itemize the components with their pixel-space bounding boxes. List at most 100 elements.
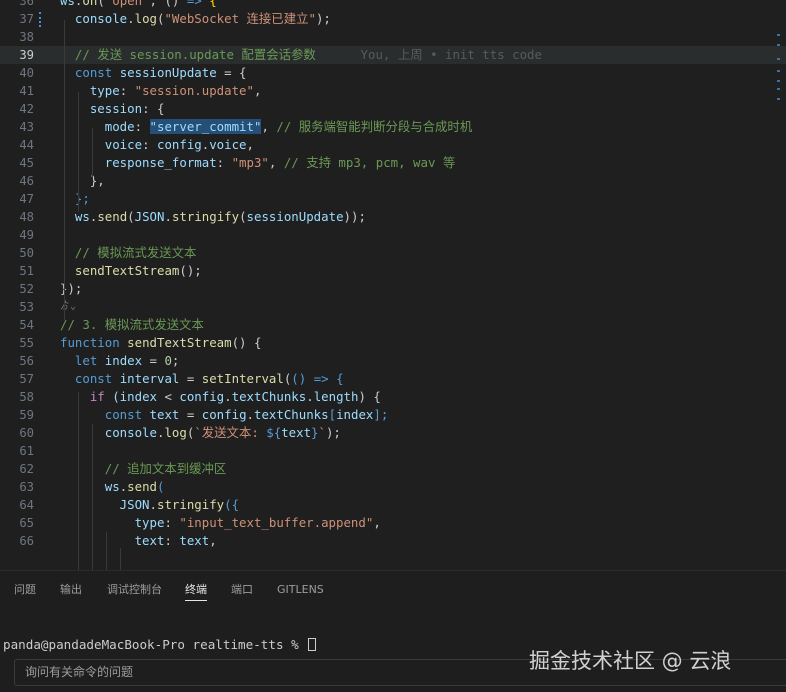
tab-output[interactable]: 输出 [60, 583, 82, 601]
code-token: . [127, 11, 135, 26]
code-line[interactable]: 50 // 模拟流式发送文本 [0, 244, 786, 262]
code-line[interactable]: 61 [0, 442, 786, 460]
code-token: . [224, 389, 232, 404]
code-line[interactable]: 59 const text = config.textChunks[index]… [0, 406, 786, 424]
git-blame-annotation: You, 上周 • init tts code [315, 47, 542, 62]
tab-ports[interactable]: 端口 [231, 583, 253, 601]
code-line[interactable]: 57 const interval = setInterval(() => { [0, 370, 786, 388]
code-token: ( [157, 479, 165, 494]
code-token: textChunks [254, 407, 329, 422]
code-line[interactable]: 37 console.log("WebSocket 连接已建立"); [0, 10, 786, 28]
code-token: JSON [60, 497, 150, 512]
code-token: // 支持 mp3, pcm, wav 等 [283, 155, 456, 170]
tab-gitlens[interactable]: GITLENS [277, 583, 324, 601]
code-token: (); [179, 263, 202, 278]
code-line[interactable]: 47 }; [0, 190, 786, 208]
code-line[interactable]: 53 ゟ⌄ [0, 298, 786, 316]
code-line[interactable]: 43 mode: "server_commit", // 服务端智能判断分段与合… [0, 118, 786, 136]
tab-terminal[interactable]: 终端 [185, 583, 207, 601]
code-token: : [164, 533, 180, 548]
code-token: ${ [266, 425, 282, 440]
code-line[interactable]: 40 const sessionUpdate = { [0, 64, 786, 82]
code-line[interactable]: 58 if (index < config.textChunks.length)… [0, 388, 786, 406]
code-token: [ [328, 407, 337, 422]
code-token: voice [60, 137, 143, 152]
code-text: ws.send( [60, 478, 165, 496]
code-token: ( [127, 209, 135, 224]
code-line[interactable]: 38 [0, 28, 786, 46]
minimap-marker [777, 98, 780, 100]
code-token: text [60, 533, 165, 548]
code-text: session: { [60, 100, 165, 118]
code-line[interactable]: 49 [0, 226, 786, 244]
code-token: , [246, 137, 254, 152]
code-token: : [142, 137, 157, 152]
git-change-indicator[interactable] [39, 12, 41, 27]
code-line[interactable]: 65 type: "input_text_buffer.append", [0, 514, 786, 532]
code-token: , [209, 533, 217, 548]
code-line[interactable]: 36 ws.on("open", () => { [0, 0, 786, 10]
minimap-marker [777, 70, 780, 72]
code-line[interactable]: 64 JSON.stringify({ [0, 496, 786, 514]
code-token: if [89, 389, 105, 404]
code-token: ; [171, 353, 180, 368]
code-text: // 3. 模拟流式发送文本 [60, 316, 204, 334]
code-line[interactable]: 54 // 3. 模拟流式发送文本 [0, 316, 786, 334]
code-token: = [186, 407, 202, 422]
code-token: // 模拟流式发送文本 [60, 245, 197, 260]
code-text: JSON.stringify({ [60, 496, 239, 514]
code-line[interactable]: 51 sendTextStream(); [0, 262, 786, 280]
code-token: type [60, 83, 120, 98]
code-token: JSON [134, 209, 165, 224]
line-number: 46 [19, 174, 34, 188]
code-line[interactable]: 63 ws.send( [0, 478, 786, 496]
code-token: log [164, 425, 187, 440]
code-token: 0 [164, 353, 172, 368]
code-line[interactable]: 60 console.log(`发送文本: ${text}`); [0, 424, 786, 442]
code-token: "mp3" [231, 155, 269, 170]
code-text: const sessionUpdate = { [60, 64, 247, 82]
line-number: 55 [19, 336, 34, 350]
line-number: 44 [19, 138, 34, 152]
code-token: : [216, 155, 232, 170]
code-token: config [156, 137, 202, 152]
code-line[interactable]: 52}); [0, 280, 786, 298]
code-line[interactable]: 42 session: { [0, 100, 786, 118]
code-line[interactable]: 66 text: text, [0, 532, 786, 550]
code-token: // 服务端智能判断分段与合成时机 [276, 119, 473, 134]
code-line[interactable]: 44 voice: config.voice, [0, 136, 786, 154]
line-number: 51 [19, 264, 34, 278]
code-line[interactable]: 56 let index = 0; [0, 352, 786, 370]
minimap-marker [777, 34, 780, 36]
code-text: console.log(`发送文本: ${text}`); [60, 424, 341, 442]
code-text: text: text, [60, 532, 217, 550]
code-token: ws [60, 479, 120, 494]
tab-problems[interactable]: 问题 [14, 583, 36, 601]
terminal-prompt[interactable]: panda@pandadeMacBook-Pro realtime-tts % [3, 637, 317, 652]
line-number: 48 [19, 210, 34, 224]
code-line[interactable]: 48 ws.send(JSON.stringify(sessionUpdate)… [0, 208, 786, 226]
line-number: 50 [19, 246, 34, 260]
line-number: 58 [19, 390, 34, 404]
code-line[interactable]: 46 }, [0, 172, 786, 190]
code-line[interactable]: 55 function sendTextStream() { [0, 334, 786, 352]
code-token: => [186, 0, 202, 8]
line-number: 66 [19, 534, 34, 548]
tab-debug-console[interactable]: 调试控制台 [107, 583, 162, 601]
code-token: on [82, 0, 98, 8]
code-token: config [179, 389, 225, 404]
fold-indicator[interactable]: ゟ⌄ [60, 298, 76, 316]
code-token: . [149, 497, 157, 512]
line-number: 49 [19, 228, 34, 242]
minimap-marker [777, 88, 780, 90]
code-editor[interactable]: 36 ws.on("open", () => {37 console.log("W… [0, 0, 786, 570]
code-line[interactable]: 41 type: "session.update", [0, 82, 786, 100]
code-line[interactable]: 45 response_format: "mp3", // 支持 mp3, pc… [0, 154, 786, 172]
code-token: () [291, 371, 314, 386]
code-token: stringify [157, 497, 225, 512]
code-line[interactable]: 62 // 追加文本到缓冲区 [0, 460, 786, 478]
code-line[interactable]: 39 // 发送 session.update 配置会话参数 You, 上周 •… [0, 46, 786, 64]
code-token: text [281, 425, 312, 440]
terminal-cursor [308, 638, 317, 651]
